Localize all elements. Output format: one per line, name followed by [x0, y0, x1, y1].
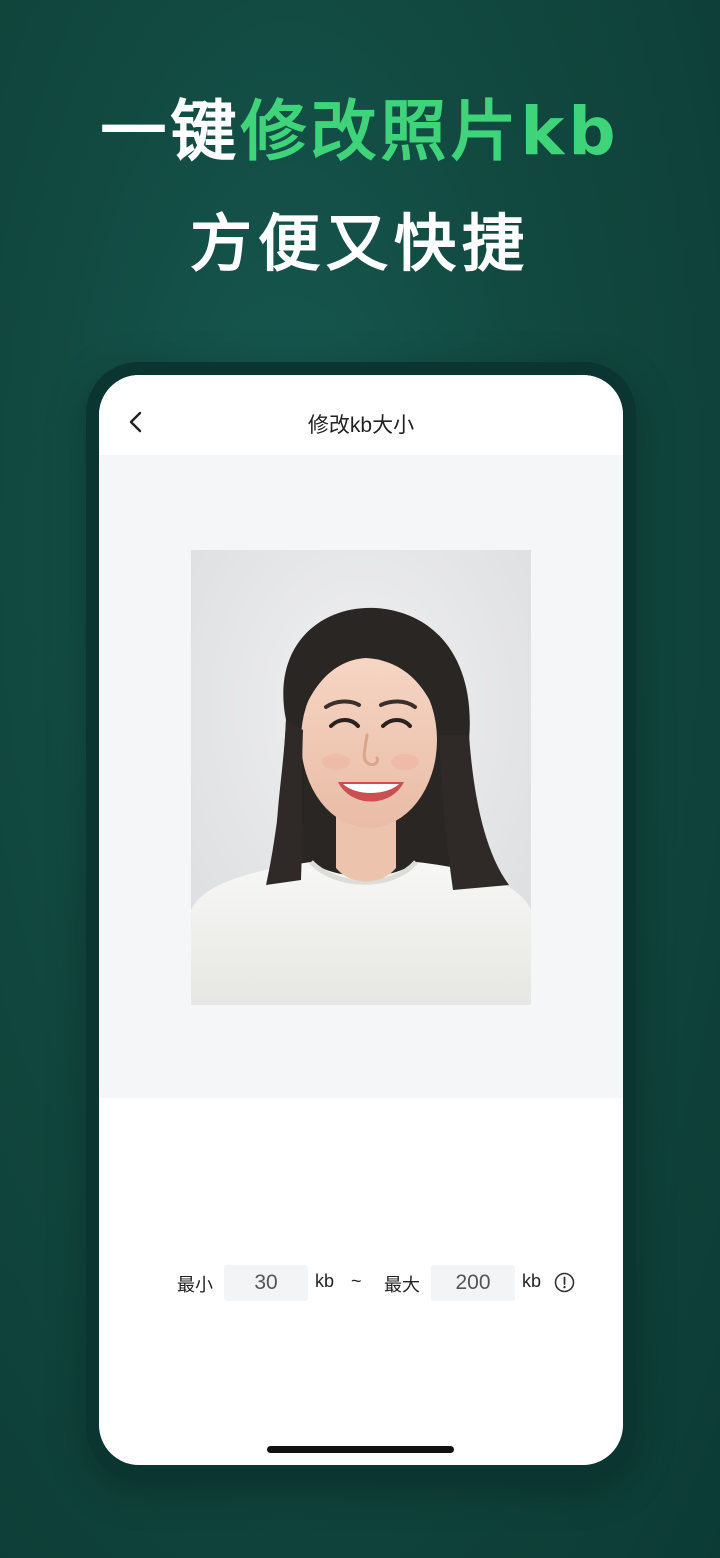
- size-range-row: 最小 kb ~ 最大 kb: [99, 1265, 623, 1301]
- range-separator: ~: [351, 1271, 362, 1291]
- min-size-label: 最小: [177, 1275, 213, 1295]
- page-title: 修改kb大小: [307, 414, 415, 437]
- headline-accent: 修改照片kb: [240, 93, 620, 170]
- portrait-photo: [191, 550, 531, 1005]
- info-circle-icon[interactable]: [554, 1272, 575, 1293]
- headline-plain: 一键: [100, 93, 241, 170]
- phone-screen: 修改kb大小 最小 30 kb ~ 最大 200 kb: [99, 375, 623, 1465]
- home-indicator[interactable]: [267, 1446, 454, 1453]
- min-size-unit: kb: [315, 1271, 335, 1291]
- min-size-input[interactable]: [224, 1265, 308, 1301]
- photo-preview-area: [99, 455, 623, 1098]
- max-size-unit: kb: [522, 1271, 542, 1291]
- max-size-input[interactable]: [431, 1265, 515, 1301]
- headline-line-2: 方便又快捷: [189, 207, 530, 280]
- nav-bar: 修改kb大小: [99, 375, 623, 455]
- headline-line-1: 一键修改照片kb: [0, 92, 720, 172]
- max-size-label: 最大: [384, 1275, 420, 1295]
